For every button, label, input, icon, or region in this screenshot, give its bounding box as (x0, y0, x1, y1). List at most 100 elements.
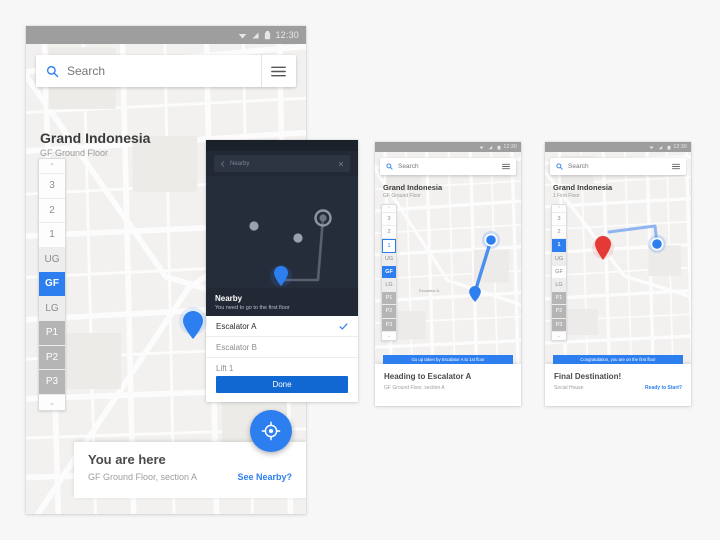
floor-item-ug[interactable]: UG (382, 252, 396, 266)
status-time: 12:30 (673, 144, 687, 150)
my-location-icon (261, 421, 281, 441)
nearby-option-list[interactable]: Escalator A Escalator B Lift 1 Done (206, 316, 358, 402)
floor-item-p1[interactable]: P1 (382, 292, 396, 306)
floor-selector[interactable]: ⌃ 3 2 1 UG GF LG P1 P2 P3 ⌄ (551, 204, 567, 341)
place-floor: GF Ground Floor (40, 148, 109, 158)
battery-icon (265, 30, 271, 39)
status-bar: 12:30 (26, 26, 306, 44)
floor-item-lg[interactable]: LG (39, 296, 65, 321)
route-label: Escalator A (419, 288, 440, 293)
done-button[interactable]: Done (216, 376, 348, 393)
card-title: Final Destination! (554, 372, 622, 381)
search-bar[interactable]: Search (36, 55, 296, 87)
search-bar[interactable]: Search (550, 158, 686, 175)
place-title: Grand Indonesia GF Ground Floor (40, 130, 150, 158)
floor-item-p3[interactable]: P3 (39, 370, 65, 395)
destination-card: Final Destination! Social House Ready to… (545, 364, 691, 406)
arrival-banner: Congratulation, you are on the first flo… (553, 355, 683, 364)
nearby-title: Nearby (215, 294, 243, 303)
card-subtitle: GF Ground Floor, section A (384, 385, 445, 391)
floor-item-[interactable]: ⌃ (382, 205, 396, 213)
floor-item-p3[interactable]: P3 (382, 318, 396, 332)
floor-item-1[interactable]: 1 (552, 239, 566, 253)
floor-item-p2[interactable]: P2 (39, 345, 65, 370)
status-bar-dark (206, 140, 358, 151)
floor-item-3[interactable]: 3 (382, 213, 396, 227)
hamburger-menu-icon[interactable] (672, 163, 680, 170)
search-input[interactable]: Search (398, 163, 502, 170)
floor-item-p3[interactable]: P3 (552, 318, 566, 332)
floor-selector[interactable]: ⌃ 3 2 1 UG GF LG P1 P2 P3 ⌄ (381, 204, 397, 341)
floor-item-ug[interactable]: UG (552, 252, 566, 266)
nearby-option[interactable]: Escalator A (206, 316, 358, 337)
floor-item-[interactable]: ⌄ (39, 394, 65, 410)
status-icons (238, 30, 271, 40)
close-icon[interactable] (338, 161, 344, 167)
floor-item-3[interactable]: 3 (552, 213, 566, 227)
signal-icon (659, 145, 663, 149)
nearby-search-bar[interactable]: Nearby (214, 155, 350, 172)
floor-item-2[interactable]: 2 (382, 226, 396, 240)
floor-item-3[interactable]: 3 (39, 174, 65, 199)
wifi-icon (649, 146, 655, 149)
card-title: You are here (88, 452, 166, 467)
status-bar: 12:30 (375, 142, 521, 152)
search-bar[interactable]: Search (380, 158, 516, 175)
place-name: Grand Indonesia (40, 130, 151, 146)
ready-to-start-link[interactable]: Ready to Start? (645, 385, 682, 391)
floor-item-[interactable]: ⌄ (552, 331, 566, 340)
search-icon (46, 65, 59, 77)
phone-mockup-destination: 12:30 Search Grand Indonesia 1 First Flo… (545, 142, 691, 406)
floor-item-gf[interactable]: GF (39, 272, 65, 297)
search-icon (556, 163, 563, 170)
floor-item-p2[interactable]: P2 (552, 305, 566, 319)
floor-item-p2[interactable]: P2 (382, 305, 396, 319)
nearby-option-label: Lift 1 (216, 364, 234, 373)
status-time: 12:30 (275, 30, 299, 40)
back-arrow-icon[interactable] (220, 160, 226, 167)
phone-mockup-nearby-picker: Nearby Nearby You need to go to the firs… (206, 140, 358, 402)
nearby-option-label: Escalator B (216, 342, 257, 352)
floor-item-gf[interactable]: GF (382, 265, 396, 279)
card-title: Heading to Escalator A (384, 372, 472, 381)
navigation-card: Heading to Escalator A GF Ground Floor, … (375, 364, 521, 406)
floor-item-gf[interactable]: GF (552, 265, 566, 279)
floor-item-lg[interactable]: LG (552, 278, 566, 293)
floor-selector[interactable]: ⌃ 3 2 1 UG GF LG P1 P2 P3 ⌄ (38, 158, 66, 411)
floor-item-[interactable]: ⌄ (382, 331, 396, 340)
floor-item-ug[interactable]: UG (39, 247, 65, 272)
floor-item-[interactable]: ⌃ (552, 205, 566, 213)
floor-item-1[interactable]: 1 (382, 239, 396, 253)
signal-icon (489, 145, 493, 149)
floor-item-1[interactable]: 1 (39, 223, 65, 248)
status-icons (649, 145, 671, 150)
card-subtitle: Social House (554, 385, 584, 391)
floor-item-lg[interactable]: LG (382, 278, 396, 293)
battery-icon (668, 145, 671, 150)
floor-item-p1[interactable]: P1 (39, 321, 65, 346)
search-divider (261, 55, 262, 87)
search-icon (386, 163, 393, 170)
floor-item-[interactable]: ⌃ (39, 159, 65, 174)
nearby-search-input[interactable]: Nearby (230, 161, 334, 167)
hamburger-menu-icon[interactable] (502, 163, 510, 170)
floor-item-p1[interactable]: P1 (552, 292, 566, 306)
see-nearby-link[interactable]: See Nearby? (237, 472, 292, 482)
search-input[interactable]: Search (67, 64, 261, 78)
nearby-option[interactable]: Escalator B (206, 337, 358, 358)
current-location-pin[interactable] (178, 306, 208, 349)
phone-mockup-navigation: 12:30 Escalator A Search Grand Indonesia… (375, 142, 521, 406)
wifi-icon (239, 33, 247, 38)
nearby-subtitle: You need to go to the first floor (215, 305, 290, 311)
place-floor: 1 First Floor (553, 193, 580, 199)
wifi-icon (479, 146, 485, 149)
search-input[interactable]: Search (568, 163, 672, 170)
hamburger-menu-icon[interactable] (271, 65, 286, 78)
place-title: Grand Indonesia GF Ground Floor (383, 183, 442, 199)
status-icons (479, 145, 501, 150)
nearby-header: Nearby You need to go to the first floor (206, 288, 358, 318)
floor-item-2[interactable]: 2 (552, 226, 566, 240)
status-bar: 12:30 (545, 142, 691, 152)
my-location-button[interactable] (250, 410, 292, 452)
floor-item-2[interactable]: 2 (39, 198, 65, 223)
